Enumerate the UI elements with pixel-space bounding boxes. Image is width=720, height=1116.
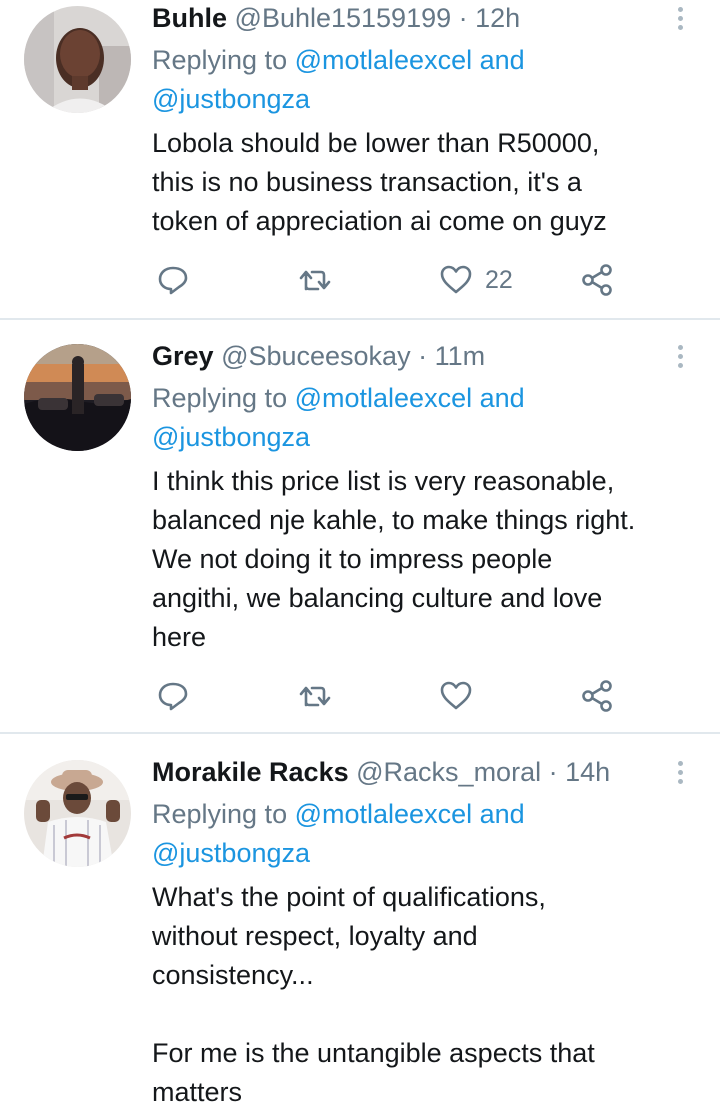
tweet-buhle[interactable]: Buhle @Buhle15159199 · 12h Replying to @… xyxy=(0,0,720,318)
like-button[interactable]: 22 xyxy=(439,260,513,300)
like-icon xyxy=(440,681,472,710)
reply-button[interactable] xyxy=(156,676,190,716)
tweet-grey[interactable]: Grey @Sbuceesokay · 11m Replying to @mot… xyxy=(0,320,720,730)
retweet-button[interactable] xyxy=(298,676,332,716)
retweet-icon xyxy=(299,270,331,291)
more-options-icon[interactable] xyxy=(668,1,692,35)
like-icon xyxy=(440,265,472,294)
replying-to-second: @justbongza xyxy=(152,418,310,457)
replying-to-second: @justbongza xyxy=(152,834,310,873)
more-options-icon[interactable] xyxy=(668,339,692,373)
display-name[interactable]: Grey xyxy=(152,341,214,371)
share-button[interactable] xyxy=(580,260,614,300)
mention-link[interactable]: @justbongza xyxy=(152,84,310,114)
like-button[interactable] xyxy=(439,676,473,716)
mention-link[interactable]: @justbongza xyxy=(152,838,310,868)
replying-to: Replying to @motlaleexcel and xyxy=(152,383,525,413)
replying-to-second: @justbongza xyxy=(152,80,310,119)
reply-icon xyxy=(158,266,188,295)
tweet-header: Buhle @Buhle15159199 · 12h xyxy=(152,1,520,35)
retweet-button[interactable] xyxy=(298,260,332,300)
tweet-text: I think this price list is very reasonab… xyxy=(152,466,636,652)
tweet-text: What's the point of qualifications, with… xyxy=(152,882,595,1107)
replying-to: Replying to @motlaleexcel and xyxy=(152,799,525,829)
timestamp[interactable]: · 12h xyxy=(459,3,521,33)
tweet-header: Grey @Sbuceesokay · 11m xyxy=(152,339,485,373)
timestamp[interactable]: · 14h xyxy=(549,757,611,787)
avatar[interactable] xyxy=(24,344,131,451)
reply-button[interactable] xyxy=(156,260,190,300)
more-options-icon[interactable] xyxy=(668,755,692,789)
retweet-icon xyxy=(299,686,331,707)
timestamp[interactable]: · 11m xyxy=(418,341,485,371)
reply-icon xyxy=(158,682,188,711)
user-handle[interactable]: @Buhle15159199 xyxy=(235,3,452,33)
user-handle[interactable]: @Sbuceesokay xyxy=(221,341,411,371)
mention-link[interactable]: @motlaleexcel xyxy=(295,383,472,413)
like-count: 22 xyxy=(485,265,513,294)
share-icon xyxy=(582,264,612,296)
display-name[interactable]: Buhle xyxy=(152,3,227,33)
user-handle[interactable]: @Racks_moral xyxy=(356,757,541,787)
share-button[interactable] xyxy=(580,676,614,716)
tweet-actions xyxy=(152,676,632,716)
mention-link[interactable]: @motlaleexcel xyxy=(295,45,472,75)
display-name[interactable]: Morakile Racks xyxy=(152,757,349,787)
mention-link[interactable]: @motlaleexcel xyxy=(295,799,472,829)
avatar[interactable] xyxy=(24,6,131,113)
tweet-header: Morakile Racks @Racks_moral · 14h xyxy=(152,755,610,789)
tweet-morakile[interactable]: Morakile Racks @Racks_moral · 14h Replyi… xyxy=(0,734,720,1116)
share-icon xyxy=(582,680,612,712)
replying-to: Replying to @motlaleexcel and xyxy=(152,45,525,75)
avatar[interactable] xyxy=(24,760,131,867)
tweet-text: Lobola should be lower than R50000, this… xyxy=(152,128,607,236)
mention-link[interactable]: @justbongza xyxy=(152,422,310,452)
tweet-actions: 22 xyxy=(152,260,632,300)
